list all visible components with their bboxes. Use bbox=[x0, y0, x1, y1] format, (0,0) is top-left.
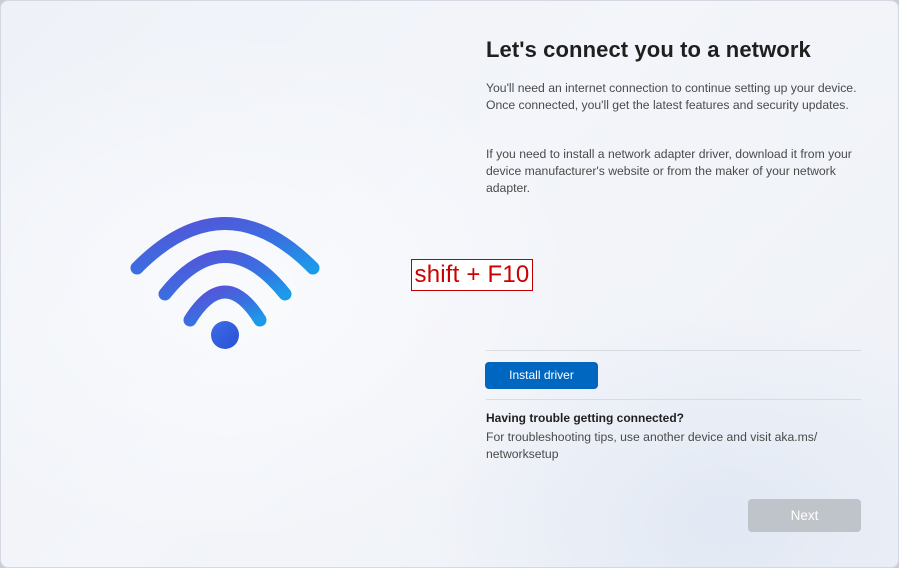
driver-paragraph: If you need to install a network adapter… bbox=[486, 147, 852, 195]
install-driver-button[interactable]: Install driver bbox=[485, 362, 598, 389]
wifi-dot bbox=[211, 321, 239, 349]
content-panel: Let's connect you to a network You'll ne… bbox=[486, 37, 862, 195]
next-button[interactable]: Next bbox=[748, 499, 861, 532]
troubleshooting-text: For troubleshooting tips, use another de… bbox=[486, 430, 818, 461]
wifi-icon bbox=[130, 217, 320, 349]
shortcut-annotation: shift + F10 bbox=[411, 259, 533, 291]
divider bbox=[486, 350, 861, 351]
divider bbox=[486, 399, 861, 400]
troubleshooting-heading: Having trouble getting connected? bbox=[486, 411, 685, 425]
wifi-inner-arc bbox=[183, 285, 267, 327]
wifi-illustration bbox=[121, 201, 331, 361]
oobe-window: shift + F10 Let's connect you to a netwo… bbox=[0, 0, 899, 568]
intro-paragraph: You'll need an internet connection to co… bbox=[486, 81, 857, 112]
page-title: Let's connect you to a network bbox=[486, 37, 811, 62]
